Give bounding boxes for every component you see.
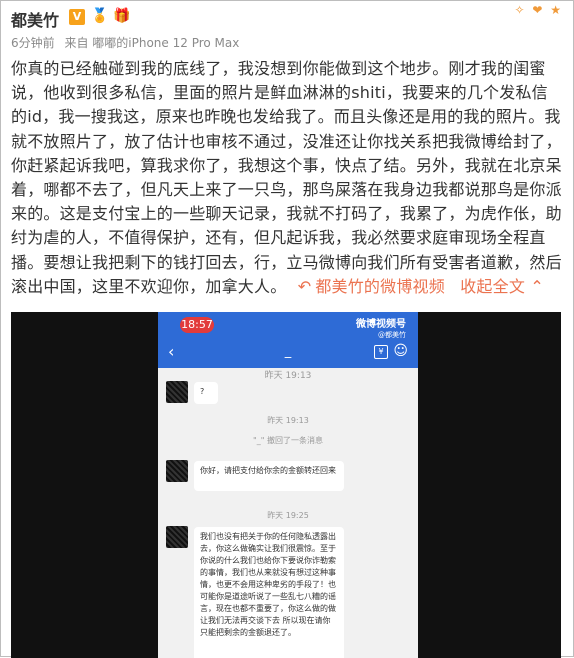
phone-screen: 18:57 微博视频号 @都美竹 ‹ _ ¥ ☺ 昨天 19:13 ? 昨天 1… <box>158 312 418 658</box>
avatar <box>166 460 188 482</box>
post-meta: 6分钟前 来自 嘟嘟的iPhone 12 Pro Max <box>11 34 245 51</box>
chat-message: 你好，请把支付给你余的金额转还回来 <box>194 461 344 491</box>
author-name[interactable]: 都美竹 <box>11 7 59 31</box>
post-header: 都美竹 V 🏅 🎁 ✧ ❤ ★ <box>11 3 563 33</box>
post-source: 来自 嘟嘟的iPhone 12 Pro Max <box>64 36 240 50</box>
cut-timestamp: 昨天 19:13 <box>264 371 312 381</box>
post-text: 你真的已经触碰到我的底线了，我没想到你能做到这个地步。刚才我的闺蜜说，他收到很多… <box>11 59 562 296</box>
chat-screenshot-image[interactable]: 18:57 微博视频号 @都美竹 ‹ _ ¥ ☺ 昨天 19:13 ? 昨天 1… <box>11 312 561 658</box>
chevron-up-icon: ⌃ <box>530 276 544 296</box>
medal-icon: 🏅 <box>91 8 109 24</box>
avatar <box>166 526 188 548</box>
chat-message: 我们也没有把关于你的任何隐私透露出去，你这么做确实让我们很震惊。至于你说的什么我… <box>194 527 344 658</box>
timestamp: 昨天 19:25 <box>267 511 309 520</box>
status-time: 18:57 <box>180 317 214 333</box>
verified-badge-icon: V <box>69 9 85 25</box>
timestamp: 昨天 19:13 <box>267 416 309 425</box>
collapse-label: 收起全文 <box>460 276 526 296</box>
post-content: 你真的已经触碰到我的底线了，我没想到你能做到这个地步。刚才我的闺蜜说，他收到很多… <box>11 57 563 299</box>
video-link-label: 都美竹的微博视频 <box>315 276 445 296</box>
recall-notice: "_" 撤回了一条消息 <box>253 436 323 445</box>
status-bar: 18:57 微博视频号 @都美竹 <box>158 312 418 340</box>
video-link-icon: ↶ <box>297 276 312 296</box>
decoration-icon: ✧ ❤ ★ <box>514 3 563 17</box>
watermark-text: 微博视频号 <box>356 319 406 330</box>
gift-icon: 🎁 <box>113 8 131 24</box>
video-link[interactable]: ↶ 都美竹的微博视频 <box>298 277 445 296</box>
collapse-button[interactable]: 收起全文 ⌃ <box>460 277 544 296</box>
chat-navbar: ‹ _ ¥ ☺ <box>158 338 418 368</box>
chat-message: ? <box>194 382 218 404</box>
bill-icon: ¥ <box>374 345 388 359</box>
avatar <box>166 381 188 403</box>
post-time[interactable]: 6分钟前 <box>11 36 55 50</box>
person-icon: ☺ <box>393 343 408 359</box>
watermark: 微博视频号 @都美竹 <box>356 315 406 340</box>
